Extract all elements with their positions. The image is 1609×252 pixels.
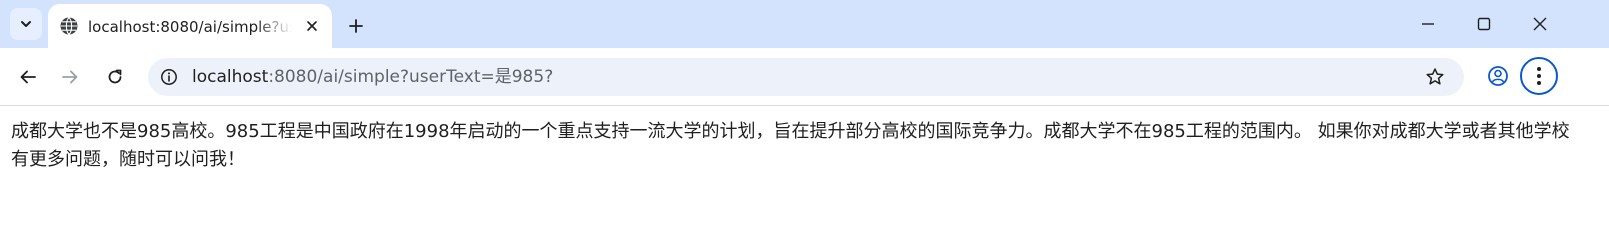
close-window-button[interactable] [1512,0,1568,48]
profile-button[interactable] [1484,62,1512,90]
maximize-icon [1477,17,1491,31]
url-text[interactable]: localhost:8080/ai/simple?userText=是985? [192,58,553,96]
url-path: :8080/ai/simple?userText=是985? [268,67,554,87]
address-bar[interactable]: localhost:8080/ai/simple?userText=是985? [148,58,1464,96]
site-info-button[interactable] [158,66,180,88]
close-icon [307,21,317,31]
reload-button[interactable] [99,61,131,93]
globe-icon [60,17,78,35]
tab-search-button[interactable] [10,8,42,40]
active-tab[interactable]: localhost:8080/ai/simple?userText=是985? [48,4,332,48]
tab-title: localhost:8080/ai/simple?userText=是985? [88,18,292,36]
browser-menu-button[interactable] [1520,57,1558,95]
close-icon [1533,17,1547,31]
info-icon [161,69,177,85]
browser-toolbar: localhost:8080/ai/simple?userText=是985? [0,48,1609,105]
tab-strip: localhost:8080/ai/simple?userText=是985? [0,0,1609,48]
forward-button[interactable] [54,61,86,93]
profile-icon [1488,66,1508,86]
tab-close-button[interactable] [302,16,322,36]
star-icon [1426,68,1444,85]
more-vertical-icon [1537,67,1541,85]
arrow-left-icon [20,70,36,84]
minimize-button[interactable] [1400,0,1456,48]
plus-icon [349,19,363,33]
minimize-icon [1422,23,1434,25]
reload-icon [108,69,122,84]
arrow-right-icon [62,70,78,84]
new-tab-button[interactable] [342,12,370,40]
bookmark-button[interactable] [1424,66,1446,88]
page-body-text: 成都大学也不是985高校。985工程是中国政府在1998年启动的一个重点支持一流… [11,121,1570,170]
chevron-down-icon [21,21,31,27]
url-host: localhost [192,67,269,87]
maximize-button[interactable] [1456,0,1512,48]
back-button[interactable] [12,61,44,93]
toolbar-divider [0,105,1609,106]
